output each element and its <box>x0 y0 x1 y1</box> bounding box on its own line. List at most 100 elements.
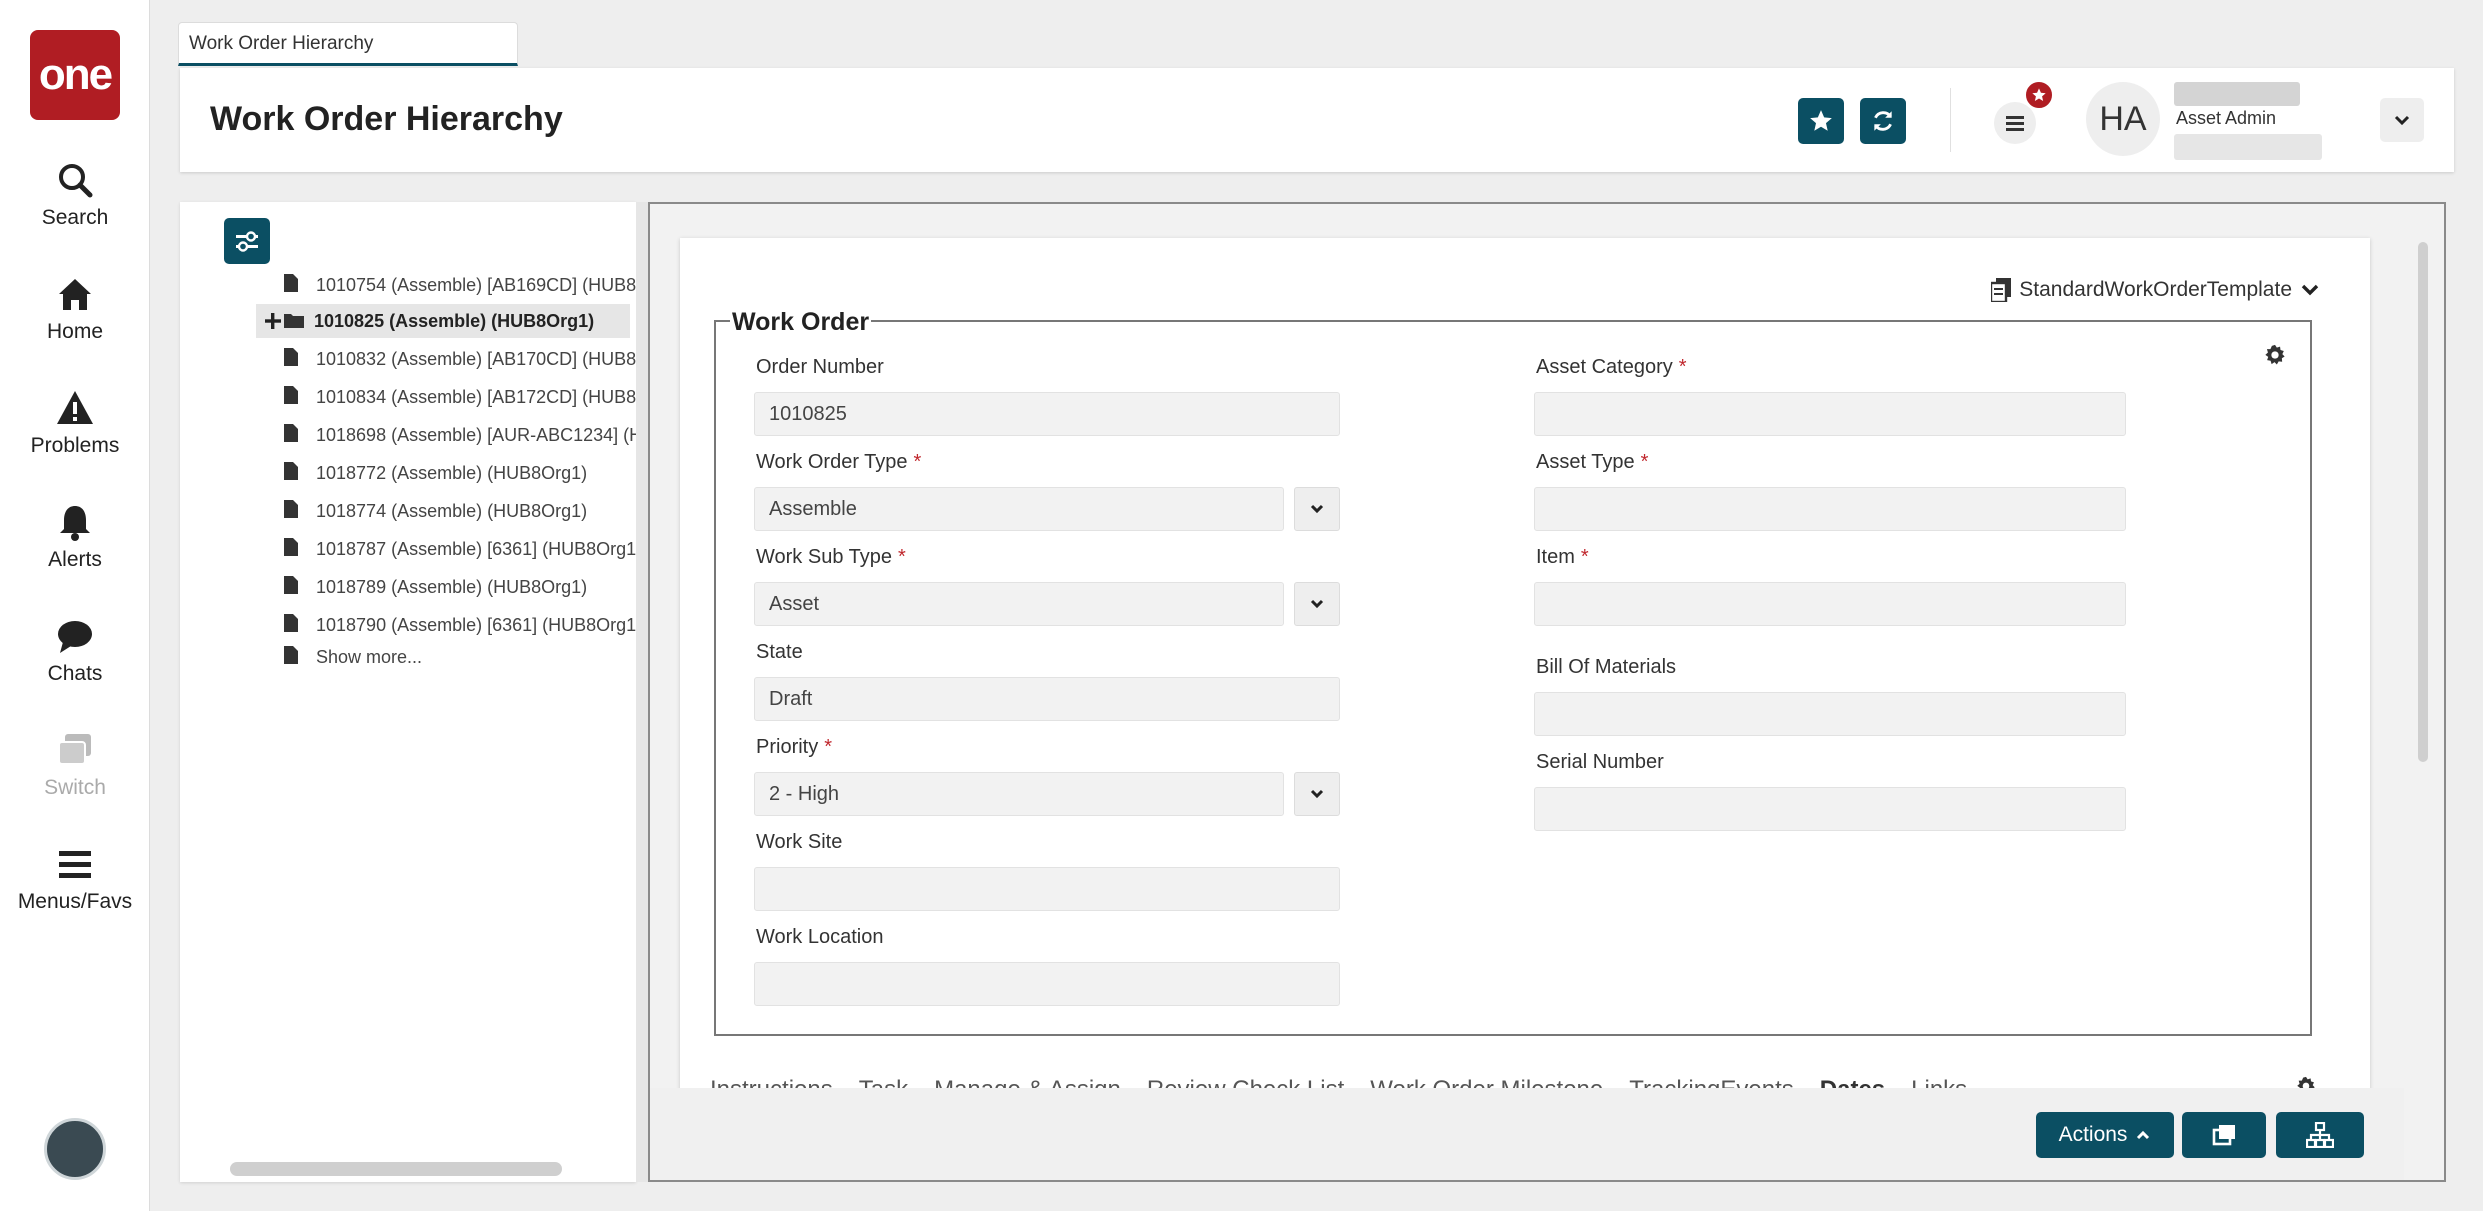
copy-icon <box>2212 1125 2235 1146</box>
tree-item-label: 1018789 (Assemble) (HUB8Org1) <box>316 577 588 597</box>
tree-show-more[interactable]: Show more... <box>180 640 636 674</box>
gear-icon[interactable] <box>2264 344 2286 366</box>
chevron-down-icon <box>1310 504 1324 514</box>
nav-menus-favs[interactable]: Menus/Favs <box>0 844 150 914</box>
work-order-type-dropdown[interactable] <box>1294 487 1340 531</box>
tree-item[interactable]: 1010754 (Assemble) [AB169CD] (HUB8O <box>180 268 636 302</box>
tree-item[interactable]: 1018774 (Assemble) (HUB8Org1) <box>180 494 636 528</box>
tree-item[interactable]: 1018787 (Assemble) [6361] (HUB8Org1) <box>180 532 636 566</box>
tree-item[interactable]: 1010832 (Assemble) [AB170CD] (HUB8O <box>180 342 636 376</box>
chevron-down-icon <box>1310 599 1324 609</box>
favorite-button[interactable] <box>1798 98 1844 144</box>
header-divider <box>1950 88 1951 152</box>
actions-button[interactable]: Actions <box>2036 1112 2174 1158</box>
nav-home[interactable]: Home <box>0 274 150 344</box>
item-field[interactable] <box>1534 582 2126 626</box>
user-avatar[interactable]: HA <box>2086 82 2160 156</box>
search-icon <box>59 164 93 198</box>
priority-select[interactable]: 2 - High <box>754 772 1284 816</box>
tree-item[interactable]: 1018789 (Assemble) (HUB8Org1) <box>180 570 636 604</box>
expand-plus-icon[interactable] <box>264 312 282 330</box>
work-sub-type-label: Work Sub Type * <box>756 546 906 568</box>
assistant-avatar[interactable] <box>44 1118 106 1180</box>
section-title: Work Order <box>730 308 872 337</box>
refresh-button[interactable] <box>1860 98 1906 144</box>
work-sub-type-select[interactable]: Asset <box>754 582 1284 626</box>
hierarchy-button[interactable] <box>2276 1112 2364 1158</box>
nav-search[interactable]: Search <box>0 160 150 230</box>
nav-home-label: Home <box>46 320 104 343</box>
file-icon <box>284 500 298 518</box>
template-selector[interactable]: StandardWorkOrderTemplate <box>1991 278 2320 302</box>
panel-splitter[interactable] <box>636 202 648 1182</box>
tree-item[interactable]: 1010834 (Assemble) [AB172CD] (HUB8O <box>180 380 636 414</box>
nav-alerts[interactable]: Alerts <box>0 502 150 572</box>
show-more-link[interactable]: Show more... <box>316 647 422 668</box>
required-marker: * <box>913 451 922 473</box>
copy-button[interactable] <box>2182 1112 2266 1158</box>
item-label: Item * <box>1536 546 1589 568</box>
notifications-menu-button[interactable] <box>1994 102 2036 144</box>
file-icon <box>284 386 298 404</box>
file-icon <box>284 348 298 366</box>
priority-dropdown[interactable] <box>1294 772 1340 816</box>
work-location-label: Work Location <box>756 926 884 948</box>
nav-menus-label: Menus/Favs <box>17 890 133 913</box>
user-menu-dropdown[interactable] <box>2380 98 2424 142</box>
home-icon <box>59 279 91 310</box>
switch-icon <box>58 734 91 765</box>
nav-switch: Switch <box>0 730 150 800</box>
hierarchy-tree-panel: 1010754 (Assemble) [AB169CD] (HUB8O 1010… <box>180 202 636 1182</box>
file-icon <box>284 274 298 292</box>
file-icon <box>284 424 298 442</box>
priority-label: Priority * <box>756 736 833 758</box>
nav-chats[interactable]: Chats <box>0 616 150 686</box>
one-logo[interactable]: one <box>30 30 120 120</box>
tab-work-order-hierarchy[interactable]: Work Order Hierarchy <box>178 22 518 66</box>
file-icon <box>284 538 298 556</box>
notification-badge <box>2024 80 2054 110</box>
nav-problems[interactable]: Problems <box>0 388 150 458</box>
nav-chats-label: Chats <box>47 662 103 685</box>
tree-filter-button[interactable] <box>224 218 270 264</box>
refresh-icon <box>1874 111 1892 131</box>
required-marker: * <box>1678 356 1687 378</box>
vertical-scrollbar[interactable] <box>2418 242 2428 762</box>
tree-horizontal-scrollbar[interactable] <box>230 1162 562 1176</box>
tree-item-label: 1018787 (Assemble) [6361] (HUB8Org1) <box>316 539 636 559</box>
list-icon <box>2006 116 2024 131</box>
work-sub-type-dropdown[interactable] <box>1294 582 1340 626</box>
chevron-down-icon <box>2394 115 2410 126</box>
page-title: Work Order Hierarchy <box>210 100 563 138</box>
work-order-detail-panel: StandardWorkOrderTemplate Work Order Ord… <box>648 202 2446 1182</box>
asset-category-label: Asset Category * <box>1536 356 1687 378</box>
chat-icon <box>58 621 92 653</box>
bill-of-materials-field[interactable] <box>1534 692 2126 736</box>
required-marker: * <box>1640 451 1649 473</box>
work-site-field[interactable] <box>754 867 1340 911</box>
tree-item-label: 1018772 (Assemble) (HUB8Org1) <box>316 463 588 483</box>
serial-number-field[interactable] <box>1534 787 2126 831</box>
state-label: State <box>756 641 803 663</box>
tree-item[interactable]: 1018790 (Assemble) [6361] (HUB8Org1) <box>180 608 636 642</box>
tree-item[interactable]: 1018772 (Assemble) (HUB8Org1) <box>180 456 636 490</box>
work-order-type-select[interactable]: Assemble <box>754 487 1284 531</box>
asset-type-field[interactable] <box>1534 487 2126 531</box>
order-number-field[interactable]: 1010825 <box>754 392 1340 436</box>
chevron-up-icon <box>2137 1130 2150 1140</box>
left-nav-rail: one Search Home Problems Alerts Chats Sw… <box>0 0 150 1211</box>
tree-item-selected[interactable]: 1010825 (Assemble) (HUB8Org1) <box>256 304 630 338</box>
work-location-field[interactable] <box>754 962 1340 1006</box>
file-icon <box>284 646 298 664</box>
tree-item-label: 1018698 (Assemble) [AUR-ABC1234] (HU <box>316 425 636 445</box>
warning-icon <box>57 391 93 424</box>
tree-item-label: 1010834 (Assemble) [AB172CD] (HUB8O <box>316 387 636 407</box>
user-role: Asset Admin <box>2176 108 2277 128</box>
user-name-redacted <box>2174 82 2300 106</box>
folder-icon <box>284 314 304 328</box>
hierarchy-icon <box>2306 1122 2334 1148</box>
tree-item[interactable]: 1018698 (Assemble) [AUR-ABC1234] (HU <box>180 418 636 452</box>
tree-item-label: 1018790 (Assemble) [6361] (HUB8Org1) <box>316 615 636 635</box>
asset-category-field[interactable] <box>1534 392 2126 436</box>
state-field[interactable]: Draft <box>754 677 1340 721</box>
